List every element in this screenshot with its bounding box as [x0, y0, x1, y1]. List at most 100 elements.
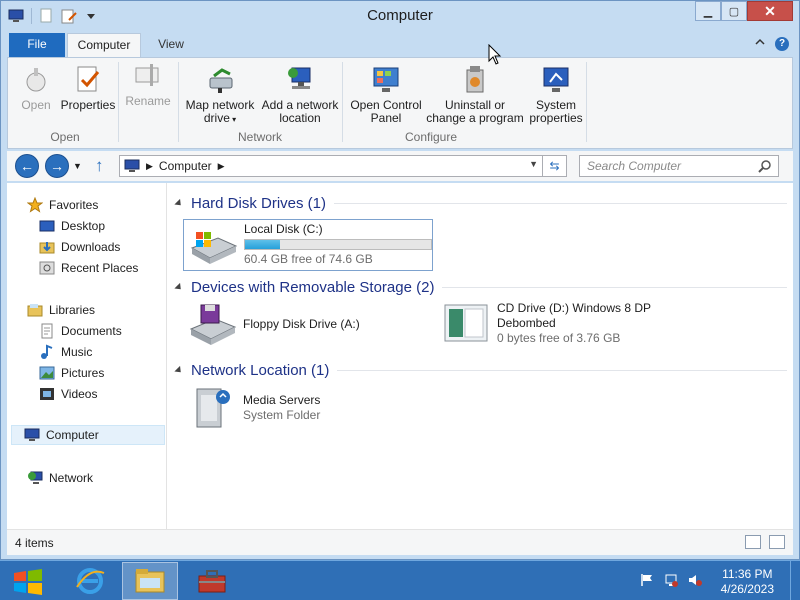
usage-bar-fill — [245, 240, 281, 249]
search-icon — [758, 160, 771, 173]
nav-downloads[interactable]: Downloads — [39, 237, 120, 257]
folder-icon — [135, 569, 165, 593]
navigation-bar: ← → ▼ ↑ ▶ Computer ▶ ▼ ⇆ Search Computer — [7, 151, 793, 181]
status-bar: 4 items — [7, 529, 793, 555]
breadcrumb-chevron-icon[interactable]: ▶ — [146, 161, 153, 172]
recent-places-icon — [39, 260, 55, 276]
breadcrumb-chevron-icon[interactable]: ▶ — [218, 161, 225, 172]
usage-bar — [244, 239, 432, 250]
nav-computer[interactable]: Computer — [11, 425, 165, 445]
nav-network[interactable]: Network — [27, 468, 93, 488]
clock-date: 4/26/2023 — [720, 582, 774, 596]
maximize-button[interactable]: ▢ — [721, 1, 747, 21]
nav-favorites[interactable]: Favorites — [26, 195, 98, 215]
main-pane: Hard Disk Drives (1) Local Disk (C:) 60.… — [174, 183, 793, 529]
libraries-icon — [27, 302, 43, 318]
rename-button[interactable]: Rename — [122, 60, 174, 108]
flag-icon[interactable] — [640, 573, 654, 587]
nav-pictures[interactable]: Pictures — [39, 363, 104, 383]
drive-name: Local Disk (C:) — [244, 222, 323, 236]
windows-logo-icon[interactable] — [8, 567, 48, 597]
search-input[interactable]: Search Computer — [579, 155, 779, 177]
pictures-icon — [39, 365, 55, 381]
drive-local-disk-c[interactable]: Local Disk (C:) 60.4 GB free of 74.6 GB — [183, 219, 433, 271]
group-configure-label: Configure — [404, 130, 458, 144]
drive-name-line2: Debombed — [497, 316, 556, 330]
nav-documents[interactable]: Documents — [39, 321, 122, 341]
drive-cd-d[interactable]: CD Drive (D:) Windows 8 DP Debombed 0 by… — [441, 301, 701, 353]
breadcrumb-computer[interactable]: Computer — [159, 159, 212, 173]
documents-icon — [39, 323, 55, 339]
toolbox-icon — [198, 570, 226, 593]
nav-desktop[interactable]: Desktop — [39, 216, 105, 236]
cd-drive-icon — [444, 304, 488, 342]
collapse-arrow-icon[interactable] — [174, 198, 184, 208]
taskbar: 11:36 PM 4/26/2023 — [0, 560, 800, 600]
collapse-arrow-icon[interactable] — [174, 365, 184, 375]
collapse-arrow-icon[interactable] — [174, 282, 184, 292]
title-bar: Computer ▁ ▢ ✕ — [1, 1, 799, 31]
address-bar[interactable]: ▶ Computer ▶ ▼ — [119, 155, 543, 177]
large-icons-view-icon[interactable] — [769, 535, 785, 549]
properties-button[interactable]: Properties — [60, 64, 116, 112]
content-area: Favorites Desktop Downloads Recent Place… — [7, 183, 793, 529]
drive-floppy-a[interactable]: Floppy Disk Drive (A:) — [187, 301, 427, 349]
view-switcher — [745, 535, 785, 549]
drive-details: Local Disk (C:) 60.4 GB free of 74.6 GB — [244, 222, 432, 267]
nav-music[interactable]: Music — [39, 342, 92, 362]
open-control-panel-button[interactable]: Open Control Panel — [346, 64, 426, 125]
toolbox-taskbar-button[interactable] — [184, 562, 240, 600]
explorer-window: Computer ▁ ▢ ✕ File Computer View ? Open — [0, 0, 800, 560]
help-icon[interactable]: ? — [775, 37, 789, 51]
address-dropdown-icon[interactable]: ▼ — [529, 159, 538, 169]
refresh-button[interactable]: ⇆ — [543, 155, 567, 177]
folder-details: Media Servers System Folder — [243, 385, 320, 423]
downloads-icon — [39, 239, 55, 255]
up-arrow-icon[interactable]: ↑ — [95, 156, 104, 176]
add-network-location-button[interactable]: Add a network location — [260, 64, 340, 125]
window-title: Computer — [367, 7, 433, 24]
network-drive-icon — [209, 68, 233, 93]
speaker-muted-icon[interactable] — [688, 573, 702, 587]
uninstall-program-button[interactable]: Uninstall or change a program — [426, 64, 524, 125]
desktop-icon — [39, 218, 55, 234]
details-view-icon[interactable] — [745, 535, 761, 549]
section-network-location[interactable]: Network Location (1) — [174, 360, 787, 380]
ribbon: Open Properties Open Rename Map network … — [7, 57, 793, 149]
back-button[interactable]: ← — [15, 154, 39, 178]
music-icon — [39, 344, 55, 360]
group-network: Map network drive ▾ Add a network locati… — [180, 62, 340, 146]
folder-name: Media Servers — [243, 393, 321, 407]
system-tray — [640, 573, 702, 587]
collapse-ribbon-icon[interactable] — [755, 37, 765, 51]
show-desktop-button[interactable] — [790, 561, 800, 600]
tab-view[interactable]: View — [147, 33, 195, 57]
section-hard-disk-drives[interactable]: Hard Disk Drives (1) — [174, 193, 787, 213]
nav-videos[interactable]: Videos — [39, 384, 97, 404]
group-open-label: Open — [50, 130, 80, 144]
minimize-button[interactable]: ▁ — [695, 1, 721, 21]
properties-icon — [77, 66, 100, 92]
tab-file[interactable]: File — [9, 33, 65, 57]
file-explorer-taskbar-button[interactable] — [122, 562, 178, 600]
system-properties-icon — [543, 67, 569, 92]
tab-computer[interactable]: Computer — [67, 33, 141, 58]
forward-button[interactable]: → — [45, 154, 69, 178]
ribbon-tabs: File Computer View ? — [1, 33, 799, 58]
recent-locations-dropdown[interactable]: ▼ — [73, 161, 82, 171]
nav-libraries[interactable]: Libraries — [27, 300, 95, 320]
network-status-icon[interactable] — [664, 573, 678, 587]
nav-recent-places[interactable]: Recent Places — [39, 258, 138, 278]
open-button[interactable]: Open — [16, 64, 56, 112]
system-properties-button[interactable]: System properties — [526, 64, 586, 125]
drive-free-space: 0 bytes free of 3.76 GB — [497, 331, 621, 345]
drive-name: Floppy Disk Drive (A:) — [243, 317, 360, 331]
clock-time: 11:36 PM — [722, 567, 773, 581]
media-servers-folder[interactable]: Media Servers System Folder — [187, 385, 387, 437]
section-removable-storage[interactable]: Devices with Removable Storage (2) — [174, 277, 787, 297]
computer-icon — [24, 427, 40, 443]
clock[interactable]: 11:36 PM 4/26/2023 — [721, 567, 774, 597]
close-button[interactable]: ✕ — [747, 1, 793, 21]
map-network-drive-button[interactable]: Map network drive ▾ — [182, 64, 258, 126]
internet-explorer-taskbar-button[interactable] — [62, 562, 118, 600]
